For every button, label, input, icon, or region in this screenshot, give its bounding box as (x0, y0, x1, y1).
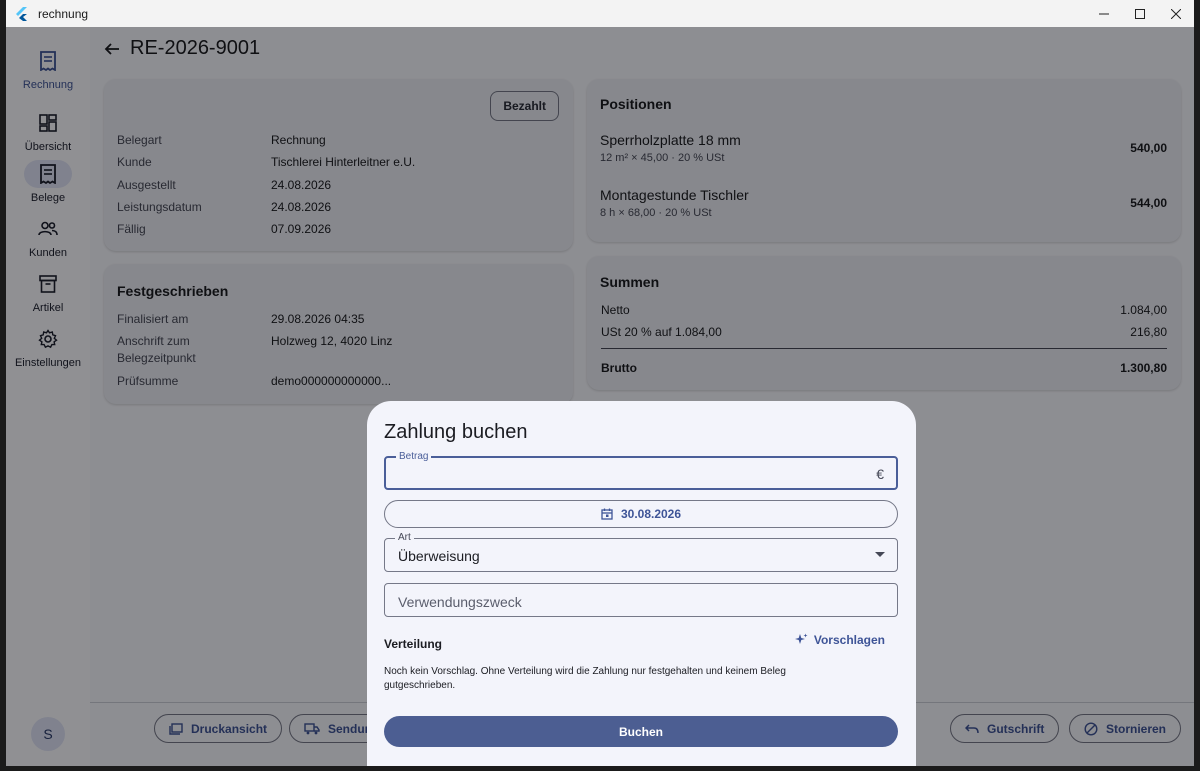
type-value: Überweisung (398, 548, 480, 564)
payment-type-dropdown[interactable]: Art Überweisung (384, 532, 898, 572)
suggest-button[interactable]: Vorschlagen (794, 633, 885, 647)
amount-field[interactable]: Betrag € (384, 451, 898, 490)
book-payment-button[interactable]: Buchen (384, 716, 898, 747)
dropdown-arrow-icon (875, 552, 885, 557)
purpose-field[interactable]: Verwendungszweck (384, 583, 898, 617)
currency-suffix: € (876, 466, 884, 482)
dialog-title: Zahlung buchen (384, 421, 528, 443)
minimize-icon (1099, 13, 1109, 14)
app-window: rechnung Rechnung Übersicht Belege Kunde… (6, 0, 1194, 766)
window-title: rechnung (38, 6, 89, 21)
amount-label: Betrag (396, 451, 432, 463)
distribution-label: Verteilung (384, 637, 443, 651)
date-picker-button[interactable]: 30.08.2026 (384, 500, 898, 528)
sparkle-icon (794, 633, 808, 644)
close-icon (1171, 8, 1181, 19)
purpose-placeholder: Verwendungszweck (398, 594, 522, 610)
maximize-icon (1135, 8, 1145, 19)
distribution-hint: Noch kein Vorschlag. Ohne Verteilung wir… (384, 666, 786, 691)
payment-dialog: Zahlung buchen Betrag € 30.08.2026 Art Ü… (367, 401, 916, 766)
flutter-logo-icon (16, 6, 27, 21)
type-label: Art (395, 532, 414, 544)
maximize-button[interactable] (1122, 0, 1158, 27)
suggest-label: Vorschlagen (813, 633, 885, 647)
close-button[interactable] (1158, 0, 1194, 27)
title-bar: rechnung (6, 0, 1194, 27)
minimize-button[interactable] (1086, 0, 1122, 27)
date-label: 30.08.2026 (620, 507, 682, 521)
calendar-icon (601, 508, 613, 520)
